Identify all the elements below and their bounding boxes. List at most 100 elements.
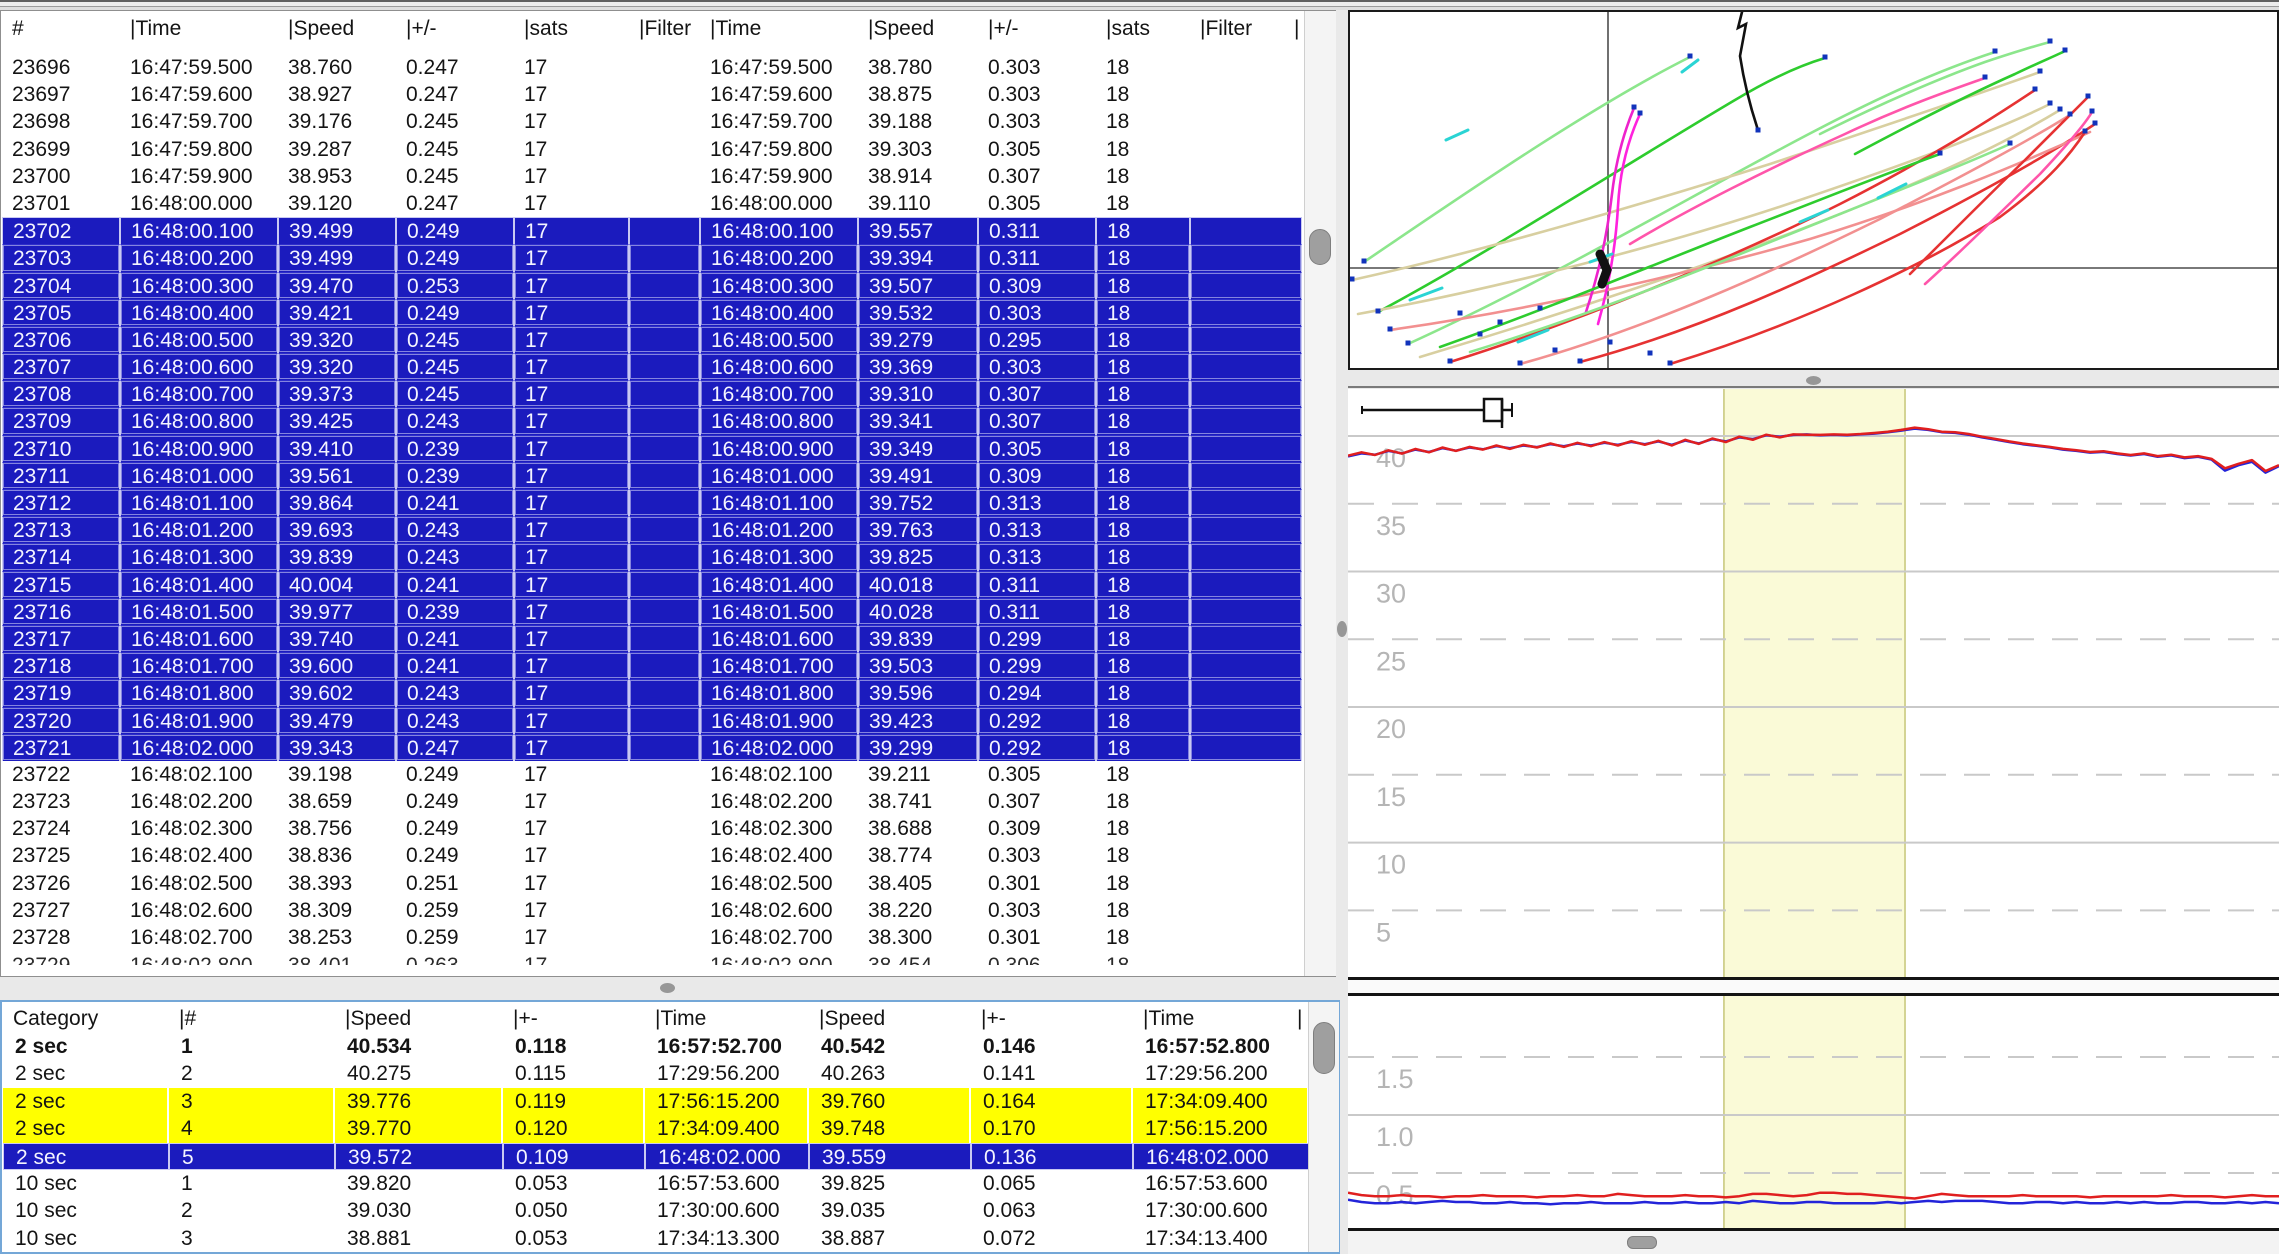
cell: 1 (181, 1035, 193, 1058)
table-row[interactable]: 23718 16:48:01.700 39.600 0.241 17 16:48:01.7… (2, 652, 1302, 680)
column-header[interactable]: |Speed (809, 1004, 971, 1033)
table-row[interactable]: 23726 16:48:02.500 38.393 0.251 17 16:48:02.5… (2, 870, 1302, 897)
cell: 40.018 (858, 570, 978, 598)
column-header[interactable]: |Speed (335, 1004, 503, 1033)
table-row[interactable]: 23709 16:48:00.800 39.425 0.243 17 16:48:00.8… (2, 407, 1302, 435)
result-row[interactable]: 10 sec 3 38.881 0.053 17:34:13.300 38.887 0.07… (3, 1225, 1309, 1252)
table-row[interactable]: 2369516:47:59.40038.6420.2471716:47:59.4… (2, 47, 1302, 54)
result-row[interactable]: 2 sec 4 39.770 0.120 17:34:09.400 39.748 0.170… (3, 1115, 1309, 1143)
table-row[interactable]: 23715 16:48:01.400 40.004 0.241 17 16:48:01.4… (2, 570, 1302, 598)
column-header[interactable]: |Time (120, 11, 278, 47)
table-row[interactable]: 23710 16:48:00.900 39.410 0.239 17 16:48:00.9… (2, 434, 1302, 462)
time-scrollbar[interactable] (1348, 1231, 2279, 1254)
error-chart-panel[interactable]: 1.5 1.0 0.5 (1347, 993, 2279, 1231)
column-header[interactable]: |# (169, 1004, 335, 1033)
table-row[interactable]: 23700 16:47:59.900 38.953 0.245 17 16:47:59.9… (2, 163, 1302, 190)
results-table-body[interactable]: 2 sec 1 40.534 0.118 16:57:52.700 40.542 0.146… (3, 1033, 1309, 1252)
table-row[interactable]: 23696 16:47:59.500 38.760 0.247 17 16:47:59.5… (2, 54, 1302, 81)
cell: 16:48:01.700 (700, 652, 858, 680)
table-row[interactable]: 23723 16:48:02.200 38.659 0.249 17 16:48:02.2… (2, 788, 1302, 815)
table-row[interactable]: 23701 16:48:00.000 39.120 0.247 17 16:48:00.0… (2, 190, 1302, 217)
points-table-scrollbar[interactable] (1304, 11, 1336, 976)
column-header[interactable]: |Filter (629, 11, 700, 47)
cell: 17 (524, 56, 548, 79)
table-row[interactable]: 23706 16:48:00.500 39.320 0.245 17 16:48:00.5… (2, 325, 1302, 354)
error-chart[interactable]: 1.51.00.5 (1347, 996, 2279, 1228)
column-header[interactable]: |+/- (396, 11, 514, 47)
results-table-panel[interactable]: Category |# |Speed |+- |Time |Speed |+- |Time |… (0, 1000, 1340, 1254)
result-row[interactable]: 2 sec 1 40.534 0.118 16:57:52.700 40.542 0.146… (3, 1033, 1309, 1060)
speed-chart-panel[interactable]: 40 35 30 25 20 15 10 5 (1347, 389, 2279, 980)
column-header[interactable]: |Time (645, 1004, 809, 1033)
column-header[interactable]: |Filter (1190, 11, 1302, 47)
points-table-header[interactable]: # |Time |Speed |+/- |sats |Filter |Time |Speed |… (2, 11, 1302, 47)
table-row[interactable]: 23725 16:48:02.400 38.836 0.249 17 16:48:02.4… (2, 842, 1302, 869)
track-endpoint-dot (2062, 47, 2068, 53)
result-row[interactable]: 10 sec 2 39.030 0.050 17:30:00.600 39.035 0.06… (3, 1197, 1309, 1224)
table-row[interactable]: 23698 16:47:59.700 39.176 0.245 17 16:47:59.7… (2, 108, 1302, 135)
table-row[interactable]: 23699 16:47:59.800 39.287 0.245 17 16:47:59.8… (2, 136, 1302, 163)
table-row[interactable]: 23724 16:48:02.300 38.756 0.249 17 16:48:02.3… (2, 815, 1302, 842)
gps-track-map-panel[interactable] (1348, 10, 2279, 370)
result-row[interactable]: 2 sec 5 39.572 0.109 16:48:02.000 39.559 0.136… (3, 1142, 1309, 1170)
cell: 18 (1096, 952, 1190, 965)
result-row[interactable]: 10 sec 1 39.820 0.053 16:57:53.600 39.825 0.06… (3, 1170, 1309, 1197)
gps-points-table-panel[interactable]: # |Time |Speed |+/- |sats |Filter |Time |Speed |… (0, 10, 1336, 977)
table-row[interactable]: 23703 16:48:00.200 39.499 0.249 17 16:48:00.2… (2, 244, 1302, 272)
table-row[interactable]: 23702 16:48:00.100 39.499 0.249 17 16:48:00.1… (2, 217, 1302, 245)
cell (1190, 244, 1302, 272)
cell: 39.693 (278, 516, 396, 544)
column-header[interactable]: |Speed (278, 11, 396, 47)
column-header[interactable]: |Time (700, 11, 858, 47)
points-table-body[interactable]: 23696 16:47:59.500 38.760 0.247 17 16:47:59.5… (2, 54, 1302, 951)
column-header[interactable]: Category (3, 1004, 169, 1033)
column-header[interactable]: |+- (503, 1004, 645, 1033)
table-row[interactable]: 2372916:48:02.80038.4010.2631716:48:02.8… (2, 952, 1302, 965)
table-row[interactable]: 23707 16:48:00.600 39.320 0.245 17 16:48:00.6… (2, 353, 1302, 381)
vertical-splitter-handle[interactable] (1337, 621, 1347, 637)
column-header[interactable]: |Speed (858, 11, 978, 47)
column-header[interactable]: |sats (514, 11, 629, 47)
table-row[interactable]: 23719 16:48:01.800 39.602 0.243 17 16:48:01.8… (2, 679, 1302, 707)
table-row[interactable]: 23704 16:48:00.300 39.470 0.253 17 16:48:00.3… (2, 271, 1302, 299)
table-row[interactable]: 23720 16:48:01.900 39.479 0.243 17 16:48:01.9… (2, 706, 1302, 734)
table-row[interactable]: 23721 16:48:02.000 39.343 0.247 17 16:48:02.0… (2, 733, 1302, 761)
table-row[interactable]: 23727 16:48:02.600 38.309 0.259 17 16:48:02.6… (2, 897, 1302, 924)
map-splitter-handle[interactable] (1806, 376, 1821, 385)
cell: 39.864 (278, 489, 396, 517)
horizontal-splitter-handle[interactable] (660, 983, 675, 993)
table-row[interactable]: 23722 16:48:02.100 39.198 0.249 17 16:48:02.1… (2, 761, 1302, 788)
zoom-scale-slider[interactable] (1354, 395, 1529, 437)
table-row[interactable]: 23697 16:47:59.600 38.927 0.247 17 16:47:59.6… (2, 81, 1302, 108)
column-header[interactable]: |+/- (978, 11, 1096, 47)
table-row[interactable]: 23716 16:48:01.500 39.977 0.239 17 16:48:01.5… (2, 597, 1302, 625)
result-row[interactable]: 2 sec 3 39.776 0.119 17:56:15.200 39.760 0.164… (3, 1087, 1309, 1116)
cell: 23729 (2, 952, 120, 965)
time-scrollbar-thumb[interactable] (1627, 1236, 1657, 1249)
cell: 0.313 (978, 543, 1096, 571)
result-row[interactable]: 2 sec 2 40.275 0.115 17:29:56.200 40.263 0.141… (3, 1060, 1309, 1087)
column-header[interactable]: |Time (1133, 1004, 1309, 1033)
cell: 18 (1096, 489, 1190, 517)
column-header[interactable]: # (2, 11, 120, 47)
cell: 38.401 (278, 952, 396, 965)
slider-handle[interactable] (1482, 397, 1504, 423)
column-header[interactable]: |sats (1096, 11, 1190, 47)
table-row[interactable]: 23713 16:48:01.200 39.693 0.243 17 16:48:01.2… (2, 516, 1302, 544)
table-row[interactable]: 23708 16:48:00.700 39.373 0.245 17 16:48:00.7… (2, 380, 1302, 408)
results-table-scrollbar[interactable] (1308, 1002, 1339, 1252)
results-table-header[interactable]: Category |# |Speed |+- |Time |Speed |+- |Time (3, 1004, 1309, 1033)
results-scrollbar-thumb[interactable] (1313, 1022, 1335, 1074)
cell: 17:56:15.200 (645, 1087, 809, 1116)
speed-chart[interactable]: 40 35 30 25 20 15 10 5 (1347, 389, 2279, 977)
table-row[interactable]: 23728 16:48:02.700 38.253 0.259 17 16:48:02.7… (2, 924, 1302, 951)
table-row[interactable]: 23714 16:48:01.300 39.839 0.243 17 16:48:01.3… (2, 543, 1302, 571)
points-scrollbar-thumb[interactable] (1309, 229, 1331, 265)
table-row[interactable]: 23717 16:48:01.600 39.740 0.241 17 16:48:01.6… (2, 624, 1302, 653)
column-header[interactable]: |+- (971, 1004, 1133, 1033)
table-row[interactable]: 23705 16:48:00.400 39.421 0.249 17 16:48:00.4… (2, 298, 1302, 326)
table-row[interactable]: 23711 16:48:01.000 39.561 0.239 17 16:48:01.0… (2, 461, 1302, 489)
table-row[interactable]: 23712 16:48:01.100 39.864 0.241 17 16:48:01.1… (2, 489, 1302, 517)
cell: 16:48:02.600 (710, 898, 833, 922)
gps-track-map[interactable] (1350, 12, 2277, 368)
